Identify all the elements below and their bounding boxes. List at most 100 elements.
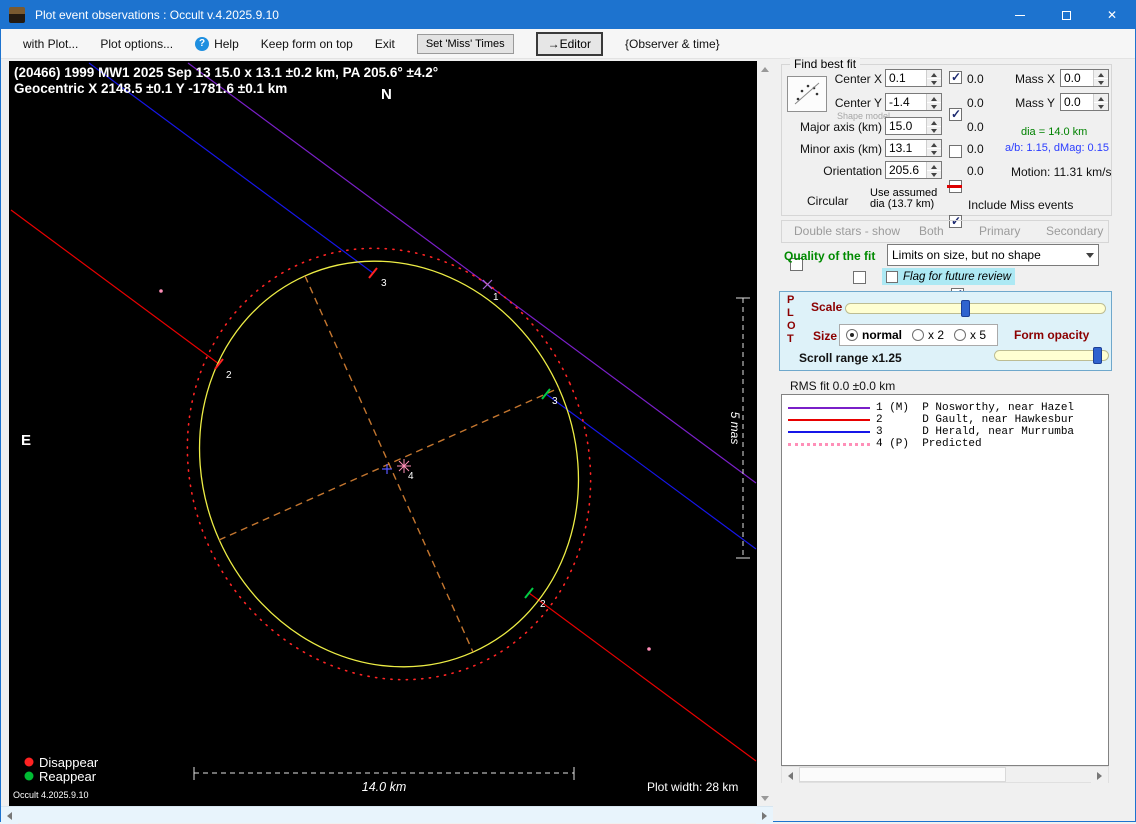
scroll-down-icon	[761, 796, 769, 801]
spin-up-icon[interactable]	[927, 94, 941, 103]
scroll-left-icon	[7, 812, 12, 820]
use-assumed-dia-checkbox[interactable]	[853, 271, 866, 284]
spin-up-icon[interactable]	[1094, 70, 1108, 79]
flag-review-checkbox[interactable]	[886, 271, 898, 283]
axis-ratio-info: a/b: 1.15, dMag: 0.15	[1005, 142, 1109, 154]
editor-button[interactable]: →Editor	[536, 32, 603, 56]
chord-1-legend-line	[788, 407, 870, 409]
include-miss-events-label: Include Miss events	[968, 198, 1073, 212]
center-y-rms: 0.0	[967, 96, 984, 110]
observation-row[interactable]: 2 D Gault, near Hawkesbur	[782, 414, 1108, 426]
center-x-spinner[interactable]: 0.1	[885, 69, 942, 87]
quality-of-fit-combo[interactable]: Limits on size, but no shape	[887, 244, 1099, 266]
marker-label-4: 4	[408, 471, 414, 482]
quality-of-fit-label: Quality of the fit	[784, 249, 875, 263]
spinner-buttons	[1093, 70, 1108, 86]
spin-down-icon[interactable]	[1094, 79, 1108, 87]
scroll-left-button[interactable]	[1, 807, 18, 824]
center-y-spinner[interactable]: -1.4	[885, 93, 942, 111]
scale-slider-thumb[interactable]	[961, 300, 970, 317]
spin-down-icon[interactable]	[1094, 103, 1108, 111]
center-x-label: Center X	[776, 72, 882, 86]
size-option-x2[interactable]: x 2	[912, 328, 944, 342]
size-option-x5[interactable]: x 5	[954, 328, 986, 342]
scroll-down-button[interactable]	[757, 790, 773, 806]
mass-x-value: 0.0	[1061, 70, 1093, 86]
listbox-scrollbar-thumb[interactable]	[799, 767, 1006, 782]
observation-row[interactable]: 4 (P) Predicted	[782, 438, 1108, 450]
form-opacity-slider-thumb[interactable]	[1093, 347, 1102, 364]
spin-up-icon[interactable]	[927, 118, 941, 127]
menu-plot-options[interactable]: Plot options...	[100, 37, 173, 51]
occultation-plot-canvas[interactable]: 3 1 2 3 4 2 (20466) 1999 MW1 2025 Sep 13…	[9, 61, 757, 806]
menu-exit[interactable]: Exit	[375, 37, 395, 51]
marker-label-2r: 2	[540, 599, 546, 610]
size-option-normal[interactable]: normal	[846, 328, 902, 342]
plot-panel-letter: L	[787, 307, 794, 319]
major-rms: 0.0	[967, 120, 984, 134]
plot-horizontal-scrollbar[interactable]	[1, 806, 773, 823]
major-axis-spinner[interactable]: 15.0	[885, 117, 942, 135]
observations-listbox[interactable]: 1 (M) P Nosworthy, near Hazel 2 D Gault,…	[781, 394, 1109, 766]
spin-up-icon[interactable]	[927, 140, 941, 149]
mass-x-spinner[interactable]: 0.0	[1060, 69, 1109, 87]
fit-center-x-checkbox[interactable]	[949, 71, 962, 84]
scroll-up-button[interactable]	[757, 61, 773, 77]
menu-help[interactable]: ? Help	[195, 37, 239, 51]
list-scroll-right-button[interactable]	[1091, 767, 1108, 784]
menu-bar: with Plot... Plot options... ? Help Keep…	[1, 29, 1135, 59]
predicted-path-dot	[647, 647, 651, 651]
mas-scale-label: 5 mas	[728, 412, 742, 445]
scale-slider-track[interactable]	[845, 303, 1106, 314]
observation-row[interactable]: 1 (M) P Nosworthy, near Hazel	[782, 402, 1108, 414]
spinner-buttons	[926, 94, 941, 110]
spin-up-icon[interactable]	[927, 70, 941, 79]
size-x5-radio[interactable]	[954, 329, 966, 341]
observation-row[interactable]: 3 D Herald, near Murrumba	[782, 426, 1108, 438]
scroll-right-button[interactable]	[756, 807, 773, 824]
spin-up-icon[interactable]	[927, 162, 941, 171]
spin-down-icon[interactable]	[927, 127, 941, 135]
size-x2-radio[interactable]	[912, 329, 924, 341]
maximize-button[interactable]	[1043, 1, 1089, 29]
orientation-spinner[interactable]: 205.6	[885, 161, 942, 179]
scroll-right-icon	[762, 812, 767, 820]
combo-dropdown-icon[interactable]	[1081, 245, 1098, 265]
double-stars-secondary-label: Secondary	[1046, 224, 1103, 238]
marker-label-2d: 2	[226, 370, 232, 381]
scroll-range-label: Scroll range x1.25	[799, 351, 902, 365]
plot-vertical-scrollbar[interactable]	[757, 61, 773, 806]
mass-y-label: Mass Y	[1009, 96, 1055, 110]
plot-panel-letter: P	[787, 294, 794, 306]
menu-with-plot[interactable]: with Plot...	[23, 37, 78, 51]
observer-time-button[interactable]: {Observer & time}	[625, 37, 720, 51]
mass-y-spinner[interactable]: 0.0	[1060, 93, 1109, 111]
spin-down-icon[interactable]	[927, 103, 941, 111]
center-x-value: 0.1	[886, 70, 926, 86]
disappear-legend-label: Disappear	[39, 755, 99, 770]
observation-label: 4 (P) Predicted	[876, 438, 982, 450]
orientation-color-indicator	[947, 185, 962, 188]
list-scroll-left-button[interactable]	[782, 767, 799, 784]
listbox-horizontal-scrollbar[interactable]	[781, 766, 1109, 783]
menu-keep-on-top[interactable]: Keep form on top	[261, 37, 353, 51]
form-opacity-label: Form opacity	[1014, 328, 1089, 342]
double-stars-title: Double stars - show	[791, 224, 903, 238]
set-miss-times-button[interactable]: Set 'Miss' Times	[417, 34, 514, 54]
plot-panel-letter: T	[787, 333, 794, 345]
spin-up-icon[interactable]	[1094, 94, 1108, 103]
spin-down-icon[interactable]	[927, 149, 941, 157]
minor-axis-spinner[interactable]: 13.1	[885, 139, 942, 157]
close-icon: ✕	[1107, 9, 1117, 21]
scroll-right-icon	[1097, 772, 1102, 780]
spin-down-icon[interactable]	[927, 79, 941, 87]
form-opacity-slider-track[interactable]	[994, 350, 1109, 361]
motion-info: Motion: 11.31 km/s	[1011, 165, 1112, 179]
close-button[interactable]: ✕	[1089, 1, 1135, 29]
minimize-button[interactable]	[997, 1, 1043, 29]
spin-down-icon[interactable]	[927, 171, 941, 179]
size-normal-radio[interactable]	[846, 329, 858, 341]
menu-help-label: Help	[214, 37, 239, 51]
fit-major-checkbox[interactable]	[949, 145, 962, 158]
fit-center-y-checkbox[interactable]	[949, 108, 962, 121]
